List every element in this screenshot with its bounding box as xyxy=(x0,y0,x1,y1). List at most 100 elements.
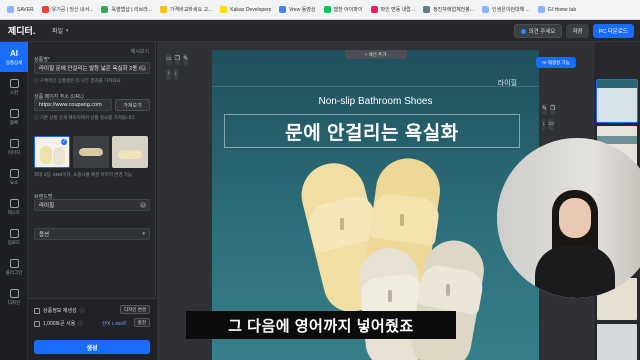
product-image-thumb[interactable]: ✓ xyxy=(34,136,70,168)
rail-item-block[interactable]: 블록 xyxy=(0,102,28,132)
left-toolbar: ▭ ❐ ✎ ↑ ↓ xyxy=(166,54,189,80)
text-icon xyxy=(9,198,19,208)
person-body xyxy=(535,246,615,298)
english-title[interactable]: Non-slip Bathroom Shoes xyxy=(212,96,539,107)
example-link[interactable]: 예시보기 xyxy=(131,48,149,55)
chevron-down-icon: ▾ xyxy=(142,231,145,237)
slipper-image xyxy=(118,150,142,159)
copy-icon[interactable]: ❐ xyxy=(174,54,181,65)
bookmark-item[interactable]: 가격비교하세요 고... xyxy=(157,3,215,17)
bookmark-item[interactable]: 인생은이런대해 ... xyxy=(479,3,533,17)
rail-label: 블록 xyxy=(9,119,19,125)
charge-button[interactable]: 충전 xyxy=(133,318,150,327)
bookmark-item[interactable]: SAVER xyxy=(4,3,37,17)
checkbox[interactable] xyxy=(34,307,40,314)
bookmark-item[interactable]: 청진자에업체전봉... xyxy=(420,3,477,17)
arrow-up-icon[interactable]: ↑ xyxy=(166,69,171,80)
feedback-button[interactable]: 의견 주세요 xyxy=(513,24,563,38)
generate-button[interactable]: 생성 xyxy=(34,340,150,354)
bookmark-label: SAVER xyxy=(17,6,34,13)
save-button[interactable]: 저장 xyxy=(566,24,589,38)
bookmark-item[interactable]: 햄찬 아이파이 xyxy=(321,3,366,17)
bookmark-favicon-icon xyxy=(7,6,14,13)
rail-item-skin[interactable]: 스킨 xyxy=(0,72,28,102)
url-hint: ⓘ 기존 상품 상세 페이지에서 상품 정보를 가져옵니다. xyxy=(34,115,136,120)
brand-input[interactable]: 라이힐 × xyxy=(34,199,150,211)
app-logo[interactable]: 제디터. xyxy=(0,24,52,37)
ai-regenerate-badge[interactable]: AI 재생성 가능 xyxy=(536,57,576,68)
bookmark-label: 인생은이런대해 ... xyxy=(492,7,530,13)
panel-footer: 상품정보 재생성 ⓘ 디자인 변경 1,000토큰 사용 ⓘ 잔여 1,900토… xyxy=(28,298,156,360)
rail-item-element[interactable]: 요소 xyxy=(0,162,28,192)
option-select[interactable]: 옵션 ▾ xyxy=(34,228,150,240)
arrow-down-icon[interactable]: ↓ xyxy=(542,119,546,130)
rail-item-upload[interactable]: 업로드 xyxy=(0,222,28,252)
bookmark-label: Vrew 동영상 xyxy=(289,7,316,13)
checkbox[interactable] xyxy=(34,320,40,327)
clear-icon[interactable]: × xyxy=(140,65,146,71)
rail-label: 이미지 xyxy=(7,149,21,155)
bookmark-favicon-icon xyxy=(279,6,287,13)
rail-label: 플러그인 xyxy=(5,269,23,275)
slipper-image xyxy=(79,148,103,156)
template-icon xyxy=(9,78,19,88)
rail-item-text[interactable]: 텍스트 xyxy=(0,192,28,222)
rail-item-plugin[interactable]: 플러그인 xyxy=(0,252,28,282)
bookmark-item[interactable]: Kakao Developers xyxy=(217,3,274,17)
product-image-thumb[interactable] xyxy=(73,136,109,168)
rail-label: 텍스트 xyxy=(7,209,21,215)
bookmark-item[interactable]: 파인 변동 내랍... xyxy=(368,3,419,17)
add-section-button[interactable]: + 섹션 추가 xyxy=(344,50,407,59)
feedback-label: 의견 주세요 xyxy=(528,29,556,35)
image-hint: 최대 3장, SMB이하, 쇼핑시몰 배경 이미지 변경 가능 xyxy=(34,172,133,177)
divider xyxy=(212,86,539,87)
slipper-strap xyxy=(369,191,441,247)
bookmark-favicon-icon xyxy=(537,6,545,13)
rail-label: 요소 xyxy=(9,179,19,185)
korean-title-box[interactable]: 문에 안걸리는 욕실화 xyxy=(224,114,520,148)
page-thumbnail[interactable] xyxy=(596,79,638,123)
bookmark-item[interactable]: 육셀랩샵 | 리브라... xyxy=(98,3,154,17)
check-icon: ✓ xyxy=(61,139,67,145)
upload-icon xyxy=(9,228,19,238)
design-icon xyxy=(9,288,19,298)
korean-title: 문에 안걸리는 욕실화 xyxy=(285,122,459,144)
url-input[interactable]: https://www.coupang.com xyxy=(34,99,112,111)
rail-item-design[interactable]: 디자인 xyxy=(0,282,28,312)
rail-item-product-detail[interactable]: AI 상품상세 xyxy=(0,42,28,72)
clear-icon[interactable]: × xyxy=(140,202,146,208)
product-name-input[interactable]: 라이힐 문에 안걸리는 발등 넓은 욕실화 2종 / ... × xyxy=(34,62,150,74)
slipper-hole xyxy=(388,290,392,302)
design-change-button[interactable]: 디자인 변경 xyxy=(120,305,150,314)
bookmark-item[interactable]: Vrew 동영상 xyxy=(276,3,318,17)
product-image-thumb[interactable] xyxy=(112,136,148,168)
page-thumbnail[interactable] xyxy=(597,324,637,360)
rail-item-image[interactable]: 이미지 xyxy=(0,132,28,162)
person-face xyxy=(559,198,591,238)
file-menu[interactable]: 파일 ▾ xyxy=(52,26,69,36)
bookmark-item[interactable]: 유기공 | 당신 내서... xyxy=(39,3,97,17)
slipper-hole xyxy=(340,218,344,230)
slipper-hole xyxy=(400,214,404,226)
block-icon xyxy=(9,108,19,118)
trash-icon[interactable]: ▭ xyxy=(166,54,172,65)
token-option[interactable]: 1,000토큰 사용 ⓘ xyxy=(34,320,83,327)
pencil-icon[interactable]: ✎ xyxy=(542,104,548,115)
regen-option[interactable]: 상품정보 재생성 ⓘ xyxy=(34,307,85,314)
file-menu-label: 파일 xyxy=(52,29,64,35)
download-button[interactable]: PC 다운로드 xyxy=(592,24,634,38)
pencil-icon[interactable]: ✎ xyxy=(183,54,189,65)
bookmark-favicon-icon xyxy=(41,6,49,13)
bookmark-label: 육셀랩샵 | 리브라... xyxy=(111,7,152,13)
product-name-value: 라이힐 문에 안걸리는 발등 넓은 욕실화 2종 / ... xyxy=(39,66,147,72)
copy-icon[interactable]: ❐ xyxy=(550,104,556,115)
import-button[interactable]: 가져오기 xyxy=(115,99,150,111)
bookmark-favicon-icon xyxy=(423,6,431,13)
bookmark-favicon-icon xyxy=(101,6,109,13)
right-toolbar: ✎ ❐ ↓ ▭ xyxy=(542,104,556,130)
arrow-down-icon[interactable]: ↓ xyxy=(173,69,178,80)
rail-label: 스킨 xyxy=(9,89,19,95)
bookmarks-bar: SAVER 유기공 | 당신 내서... 육셀랩샵 | 리브라... 가격비교하세요 … xyxy=(0,0,640,20)
trash-icon[interactable]: ▭ xyxy=(548,119,554,130)
bookmark-item[interactable]: GI Home tab xyxy=(535,3,579,17)
